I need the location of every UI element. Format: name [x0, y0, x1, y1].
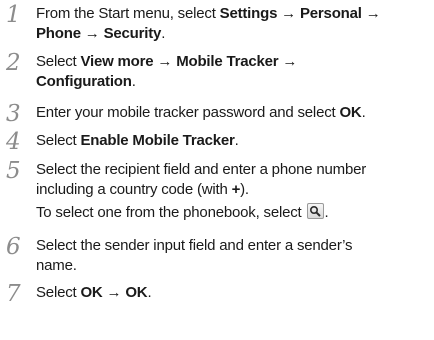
- step-menu-term: OK: [80, 284, 103, 301]
- step-text-run: .: [324, 204, 329, 221]
- step-text-run: →: [102, 284, 126, 301]
- step-menu-term: Enable Mobile Tracker: [80, 132, 235, 149]
- step-menu-term: OK: [125, 284, 148, 301]
- step-text-run: .: [161, 25, 166, 42]
- step-text-run: Select: [36, 53, 81, 70]
- step-text-run: From the Start menu, select: [36, 5, 220, 22]
- step-number: 5: [6, 158, 21, 184]
- step-line: name.: [36, 256, 77, 276]
- step-text-run: Enter your mobile tracker password and s…: [36, 104, 340, 121]
- step-line: To select one from the phonebook, select…: [36, 203, 329, 223]
- step-menu-term: Phone: [36, 25, 81, 42]
- step-text-run: .: [131, 73, 136, 90]
- step-text-run: →: [361, 5, 381, 22]
- step-line: Configuration.: [36, 72, 136, 92]
- step-text-run: name.: [36, 257, 77, 274]
- instruction-page: 1 From the Start menu, select Settings →…: [0, 0, 434, 340]
- step-line: including a country code (with +).: [36, 180, 249, 200]
- step-text-run: Select: [36, 132, 81, 149]
- step-line: Select the recipient field and enter a p…: [36, 160, 366, 180]
- step-text-run: .: [147, 284, 152, 301]
- step-text-run: ).: [240, 181, 249, 198]
- step-line: Select View more → Mobile Tracker →: [36, 52, 297, 72]
- step-menu-term: Configuration: [36, 73, 132, 90]
- step-text-run: →: [277, 5, 300, 22]
- step-text-run: Select the sender input field and enter …: [36, 237, 353, 254]
- step-text-run: .: [361, 104, 366, 121]
- step-number: 1: [6, 2, 21, 28]
- step-line: Select Enable Mobile Tracker.: [36, 131, 239, 151]
- step-line: Select the sender input field and enter …: [36, 236, 353, 256]
- step-menu-term: Settings: [219, 5, 278, 22]
- step-text-run: →: [80, 25, 104, 42]
- step-menu-term: Personal: [299, 5, 362, 22]
- step-menu-term: Security: [103, 25, 162, 42]
- step-line: Phone → Security.: [36, 24, 165, 44]
- step-text-run: including a country code (with: [36, 181, 232, 198]
- step-text-run: →: [278, 53, 298, 70]
- step-menu-term: OK: [339, 104, 362, 121]
- step-menu-term: View more: [80, 53, 154, 70]
- step-text-run: Select: [36, 284, 81, 301]
- step-line: From the Start menu, select Settings → P…: [36, 4, 381, 24]
- step-line: Select OK → OK.: [36, 283, 152, 303]
- step-text-run: To select one from the phonebook, select: [36, 204, 306, 221]
- step-number: 6: [6, 234, 21, 260]
- step-line: Enter your mobile tracker password and s…: [36, 103, 366, 123]
- step-number: 2: [6, 50, 21, 76]
- step-text-run: Select the recipient field and enter a p…: [36, 161, 367, 178]
- step-number: 3: [6, 101, 21, 127]
- step-menu-term: Mobile Tracker: [176, 53, 279, 70]
- step-text-run: .: [234, 132, 239, 149]
- step-text-run: →: [153, 53, 177, 70]
- step-menu-term: +: [231, 181, 241, 198]
- search-icon: [307, 203, 325, 219]
- step-number: 7: [6, 281, 21, 307]
- step-number: 4: [6, 129, 21, 155]
